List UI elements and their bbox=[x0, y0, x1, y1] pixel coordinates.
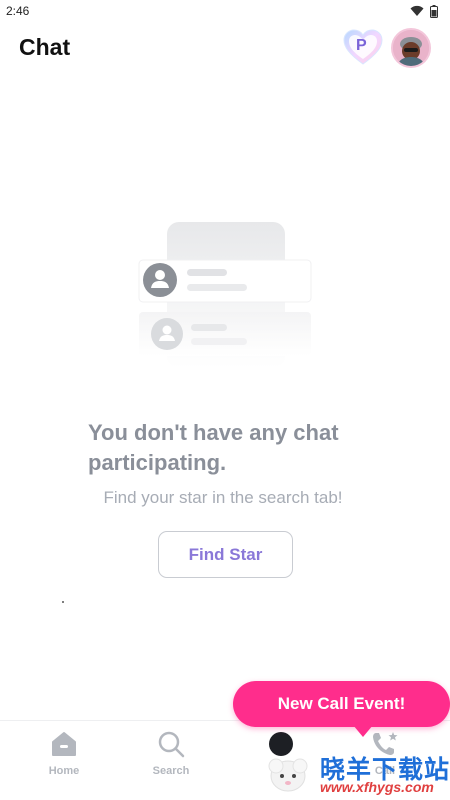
nav-search-label: Search bbox=[152, 765, 190, 777]
empty-state-subtitle: Find your star in the search tab! bbox=[0, 488, 450, 508]
sheep-logo-icon bbox=[268, 758, 308, 792]
empty-chat-illustration bbox=[135, 220, 320, 370]
find-star-button[interactable]: Find Star bbox=[158, 531, 293, 578]
watermark-url: www.xfhygs.com bbox=[320, 779, 434, 795]
profile-avatar[interactable] bbox=[391, 28, 431, 68]
search-icon bbox=[156, 729, 186, 759]
stray-dot bbox=[62, 601, 64, 603]
empty-state-title: You don't have any chat participating. bbox=[88, 420, 339, 475]
premium-badge-letter: P bbox=[356, 37, 367, 54]
nav-home[interactable]: Home bbox=[29, 729, 99, 777]
page-title: Chat bbox=[19, 34, 71, 60]
nav-search[interactable]: Search bbox=[136, 729, 206, 777]
status-time: 2:46 bbox=[6, 4, 30, 18]
chat-list-illustration bbox=[138, 222, 312, 368]
status-icons bbox=[410, 4, 438, 18]
nav-home-label: Home bbox=[48, 765, 80, 777]
header: Chat P bbox=[0, 28, 450, 68]
premium-heart-button[interactable]: P bbox=[343, 29, 383, 67]
empty-state-subtitle-text: Find your star in the search tab! bbox=[103, 488, 343, 507]
home-icon bbox=[49, 729, 79, 759]
status-bar: 2:46 bbox=[0, 0, 450, 22]
new-call-event-banner[interactable]: New Call Event! bbox=[233, 681, 450, 737]
watermark: 晓羊下载站 www.xfhygs.com bbox=[262, 748, 450, 800]
battery-icon bbox=[430, 4, 438, 18]
avatar-icon bbox=[393, 30, 429, 66]
wifi-icon bbox=[410, 5, 424, 16]
